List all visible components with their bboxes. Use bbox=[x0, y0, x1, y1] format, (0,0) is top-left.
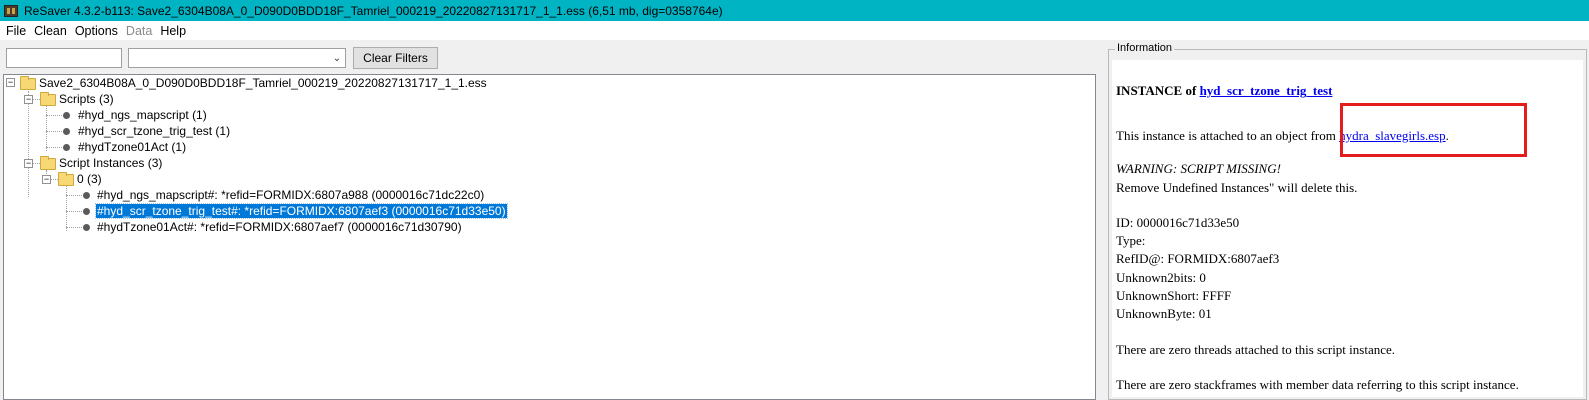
filter-combo[interactable]: ⌄ bbox=[128, 48, 346, 68]
tree-node-scripts[interactable]: Scripts (3) bbox=[59, 92, 114, 106]
tree-item-instance[interactable]: #hyd_ngs_mapscript#: *refid=FORMIDX:6807… bbox=[97, 188, 484, 202]
title-bar: ReSaver 4.3.2-b113: Save2_6304B08A_0_D09… bbox=[0, 0, 1589, 21]
tree-item-script[interactable]: #hyd_ngs_mapscript (1) bbox=[78, 108, 207, 122]
menu-help[interactable]: Help bbox=[156, 24, 190, 38]
menu-options[interactable]: Options bbox=[71, 24, 122, 38]
tree-node-script-instances[interactable]: Script Instances (3) bbox=[59, 156, 162, 170]
clear-filters-button[interactable]: Clear Filters bbox=[353, 47, 438, 69]
instance-unknownbyte: UnknownByte: 01 bbox=[1116, 306, 1212, 321]
annotation-highlight-box bbox=[1340, 103, 1527, 157]
menu-data[interactable]: Data bbox=[122, 24, 156, 38]
tree-item-instance[interactable]: #hydTzone01Act#: *refid=FORMIDX:6807aef7… bbox=[97, 220, 462, 234]
tree-item-script[interactable]: #hyd_scr_tzone_trig_test (1) bbox=[78, 124, 230, 138]
instance-bullet-icon bbox=[83, 208, 90, 215]
tree-item-script[interactable]: #hydTzone01Act (1) bbox=[78, 140, 186, 154]
tree-connector bbox=[28, 91, 29, 197]
script-link[interactable]: hyd_scr_tzone_trig_test bbox=[1200, 83, 1333, 98]
app-icon bbox=[4, 4, 18, 17]
instance-bullet-icon bbox=[83, 192, 90, 199]
script-bullet-icon bbox=[63, 144, 70, 151]
information-panel-title: Information bbox=[1115, 42, 1175, 54]
instance-refid: RefID@: FORMIDX:6807aef3 bbox=[1116, 251, 1280, 266]
threads-note: There are zero threads attached to this … bbox=[1116, 342, 1396, 357]
tree-connector bbox=[46, 147, 64, 148]
instance-type: Type: bbox=[1116, 233, 1146, 248]
instance-bullet-icon bbox=[83, 224, 90, 231]
menu-clean[interactable]: Clean bbox=[30, 24, 71, 38]
instance-heading-prefix: INSTANCE of bbox=[1116, 83, 1200, 98]
tree-connector bbox=[66, 227, 82, 228]
save-tree[interactable]: − Save2_6304B08A_0_D090D0BDD18F_Tamriel_… bbox=[3, 74, 1096, 400]
menu-file[interactable]: File bbox=[2, 24, 30, 38]
collapse-icon[interactable]: − bbox=[42, 175, 51, 184]
collapse-icon[interactable]: − bbox=[6, 78, 15, 87]
instance-heading: INSTANCE of hyd_scr_tzone_trig_test bbox=[1116, 83, 1332, 99]
folder-icon bbox=[58, 172, 74, 186]
tree-connector bbox=[46, 106, 47, 151]
window-title: ReSaver 4.3.2-b113: Save2_6304B08A_0_D09… bbox=[24, 3, 723, 18]
script-bullet-icon bbox=[63, 128, 70, 135]
tree-node-group-0[interactable]: 0 (3) bbox=[77, 172, 102, 186]
right-pane: Information INSTANCE of hyd_scr_tzone_tr… bbox=[1106, 40, 1589, 400]
chevron-down-icon[interactable]: ⌄ bbox=[329, 49, 345, 67]
collapse-icon[interactable]: − bbox=[24, 95, 33, 104]
instance-unknown2bits: Unknown2bits: 0 bbox=[1116, 270, 1206, 285]
menu-bar: File Clean Options Data Help bbox=[0, 21, 1589, 40]
tree-connector bbox=[66, 211, 82, 212]
remove-note: Remove Undefined Instances" will delete … bbox=[1116, 180, 1358, 195]
filter-text-input[interactable] bbox=[6, 48, 122, 68]
warning-text: WARNING: SCRIPT MISSING! bbox=[1116, 161, 1281, 176]
folder-icon bbox=[20, 76, 36, 90]
tree-connector bbox=[46, 115, 64, 116]
folder-icon bbox=[40, 92, 56, 106]
stackframes-note: There are zero stackframes with member d… bbox=[1116, 377, 1519, 392]
collapse-icon[interactable]: − bbox=[24, 159, 33, 168]
folder-icon bbox=[40, 156, 56, 170]
information-panel: Information INSTANCE of hyd_scr_tzone_tr… bbox=[1108, 42, 1587, 400]
tree-connector bbox=[66, 195, 82, 196]
filter-bar: ⌄ Clear Filters bbox=[0, 40, 1099, 74]
pane-splitter[interactable] bbox=[1099, 40, 1106, 400]
instance-id: ID: 0000016c71d33e50 bbox=[1116, 215, 1240, 230]
script-bullet-icon bbox=[63, 112, 70, 119]
left-pane: ⌄ Clear Filters − Save2_6304B08A_0_D090D… bbox=[0, 40, 1099, 400]
tree-connector bbox=[46, 131, 64, 132]
attached-prefix: This instance is attached to an object f… bbox=[1116, 128, 1340, 143]
tree-connector bbox=[66, 186, 67, 231]
instance-unknownshort: UnknownShort: FFFF bbox=[1116, 288, 1232, 303]
tree-root-file[interactable]: Save2_6304B08A_0_D090D0BDD18F_Tamriel_00… bbox=[39, 76, 487, 90]
tree-item-instance-selected[interactable]: #hyd_scr_tzone_trig_test#: *refid=FORMID… bbox=[95, 203, 508, 219]
